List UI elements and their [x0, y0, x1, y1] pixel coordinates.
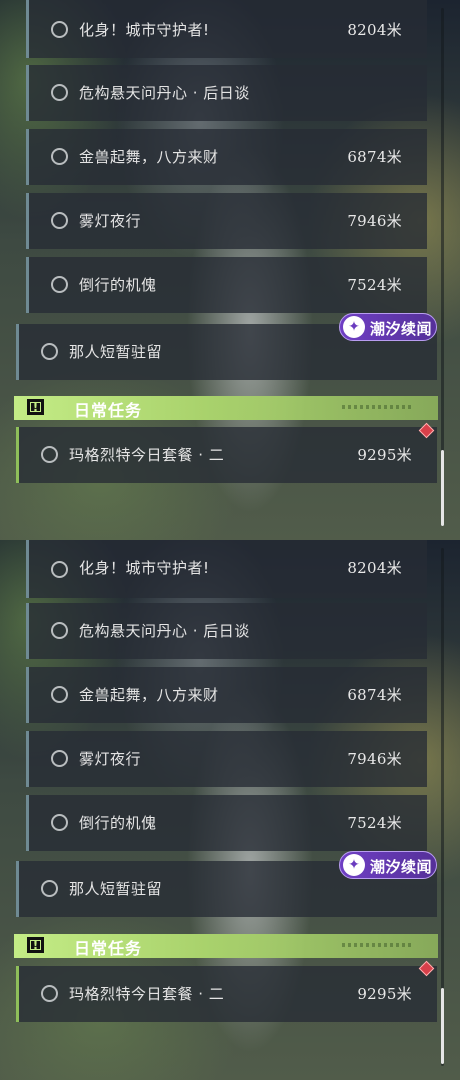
- exclamation-box-icon: !: [27, 937, 44, 953]
- quest-distance: 9295米: [357, 985, 412, 1003]
- daily-quest-row[interactable]: 玛格烈特今日套餐 · 二 9295米: [16, 966, 437, 1022]
- tide-wave-icon: ✦: [343, 316, 365, 338]
- quest-title: 那人短暂驻留: [69, 880, 163, 898]
- quest-row[interactable]: 金兽起舞，八方来财 6874米: [26, 667, 427, 723]
- circle-outline-icon: [51, 686, 68, 703]
- header-decoration: [342, 405, 412, 409]
- quest-title: 金兽起舞，八方来财: [79, 686, 219, 704]
- quest-title: 雾灯夜行: [79, 212, 142, 230]
- quest-distance: 7946米: [347, 750, 402, 768]
- quest-distance: 8204米: [347, 21, 402, 39]
- category-badge: ✦ 潮汐续闻: [339, 851, 437, 879]
- scrollbar-thumb[interactable]: [441, 988, 444, 1064]
- quest-title: 那人短暂驻留: [69, 343, 163, 361]
- category-badge: ✦ 潮汐续闻: [339, 313, 437, 341]
- quest-row[interactable]: 化身！城市守护者! 8204米: [26, 540, 427, 598]
- quest-panel: 化身！城市守护者! 8204米 危构悬天问丹心 · 后日谈 金兽起舞，八方来财 …: [0, 0, 460, 540]
- circle-outline-icon: [51, 148, 68, 165]
- quest-title: 危构悬天问丹心 · 后日谈: [79, 84, 250, 102]
- circle-outline-icon: [51, 21, 68, 38]
- circle-outline-icon: [51, 84, 68, 101]
- quest-row[interactable]: 雾灯夜行 7946米: [26, 193, 427, 249]
- category-badge-label: 潮汐续闻: [370, 320, 433, 338]
- quest-distance: 9295米: [357, 446, 412, 464]
- quest-distance: 7524米: [347, 276, 402, 294]
- quest-title: 倒行的机傀: [79, 814, 157, 832]
- quest-title: 玛格烈特今日套餐 · 二: [69, 446, 225, 464]
- circle-outline-icon: [41, 985, 58, 1002]
- daily-quest-header-title: 日常任务: [74, 939, 143, 958]
- quest-row[interactable]: 化身！城市守护者! 8204米: [26, 0, 427, 58]
- circle-outline-icon: [41, 446, 58, 463]
- quest-title: 危构悬天问丹心 · 后日谈: [79, 622, 250, 640]
- quest-title: 化身！城市守护者!: [79, 21, 210, 39]
- category-badge-label: 潮汐续闻: [370, 858, 433, 876]
- scrollbar-track[interactable]: [441, 8, 444, 526]
- quest-title: 金兽起舞，八方来财: [79, 148, 219, 166]
- daily-quest-header-title: 日常任务: [74, 401, 143, 420]
- quest-row[interactable]: 雾灯夜行 7946米: [26, 731, 427, 787]
- daily-quest-header[interactable]: ! 日常任务: [14, 396, 438, 420]
- quest-title: 化身！城市守护者!: [79, 559, 210, 577]
- scrollbar-thumb[interactable]: [441, 450, 444, 526]
- quest-title: 雾灯夜行: [79, 750, 142, 768]
- circle-outline-icon: [51, 814, 68, 831]
- quest-title: 倒行的机傀: [79, 276, 157, 294]
- tide-wave-icon: ✦: [343, 854, 365, 876]
- quest-row[interactable]: 危构悬天问丹心 · 后日谈: [26, 65, 427, 121]
- quest-row[interactable]: 倒行的机傀 7524米: [26, 795, 427, 851]
- quest-row[interactable]: 危构悬天问丹心 · 后日谈: [26, 603, 427, 659]
- circle-outline-icon: [51, 561, 68, 578]
- circle-outline-icon: [51, 622, 68, 639]
- quest-panel: 化身！城市守护者! 8204米 危构悬天问丹心 · 后日谈 金兽起舞，八方来财 …: [0, 540, 460, 1080]
- quest-distance: 6874米: [347, 148, 402, 166]
- quest-row[interactable]: 金兽起舞，八方来财 6874米: [26, 129, 427, 185]
- header-decoration: [342, 943, 412, 947]
- circle-outline-icon: [51, 276, 68, 293]
- circle-outline-icon: [41, 880, 58, 897]
- quest-title: 玛格烈特今日套餐 · 二: [69, 985, 225, 1003]
- quest-distance: 8204米: [347, 559, 402, 577]
- exclamation-box-icon: !: [27, 399, 44, 415]
- daily-quest-row[interactable]: 玛格烈特今日套餐 · 二 9295米: [16, 427, 437, 483]
- quest-row[interactable]: 倒行的机傀 7524米: [26, 257, 427, 313]
- circle-outline-icon: [41, 343, 58, 360]
- daily-quest-header[interactable]: ! 日常任务: [14, 934, 438, 958]
- quest-distance: 7524米: [347, 814, 402, 832]
- quest-distance: 7946米: [347, 212, 402, 230]
- circle-outline-icon: [51, 750, 68, 767]
- quest-distance: 6874米: [347, 686, 402, 704]
- circle-outline-icon: [51, 212, 68, 229]
